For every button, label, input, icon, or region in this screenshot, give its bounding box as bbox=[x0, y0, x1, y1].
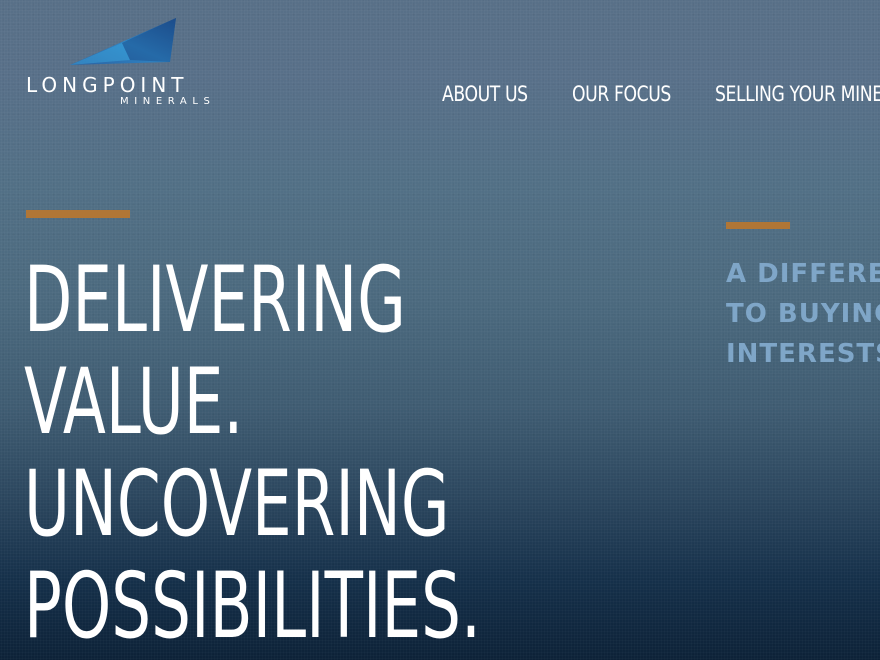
tagline: A DIFFERE TO BUYING INTERESTS bbox=[726, 254, 880, 374]
main-navigation: ABOUT US OUR FOCUS SELLING YOUR MINE bbox=[0, 82, 880, 112]
hero-line-2: VALUE. bbox=[24, 350, 244, 455]
nav-about-us[interactable]: ABOUT US bbox=[442, 82, 528, 106]
hero-line-1: DELIVERING bbox=[24, 248, 406, 353]
tagline-line-2: TO BUYING bbox=[726, 299, 880, 329]
hero-headline: DELIVERING VALUE. UNCOVERING POSSIBILITI… bbox=[24, 250, 744, 658]
tagline-line-3: INTERESTS bbox=[726, 339, 880, 369]
tagline-accent-bar bbox=[726, 222, 790, 229]
angled-wing-logo-icon bbox=[70, 18, 176, 65]
hero-accent-bar bbox=[26, 210, 130, 218]
nav-selling-your-mine[interactable]: SELLING YOUR MINE bbox=[715, 82, 880, 106]
hero-line-4: POSSIBILITIES. bbox=[24, 554, 481, 659]
tagline-line-1: A DIFFERE bbox=[726, 259, 880, 289]
hero-line-3: UNCOVERING bbox=[24, 452, 450, 557]
nav-our-focus[interactable]: OUR FOCUS bbox=[572, 82, 671, 106]
